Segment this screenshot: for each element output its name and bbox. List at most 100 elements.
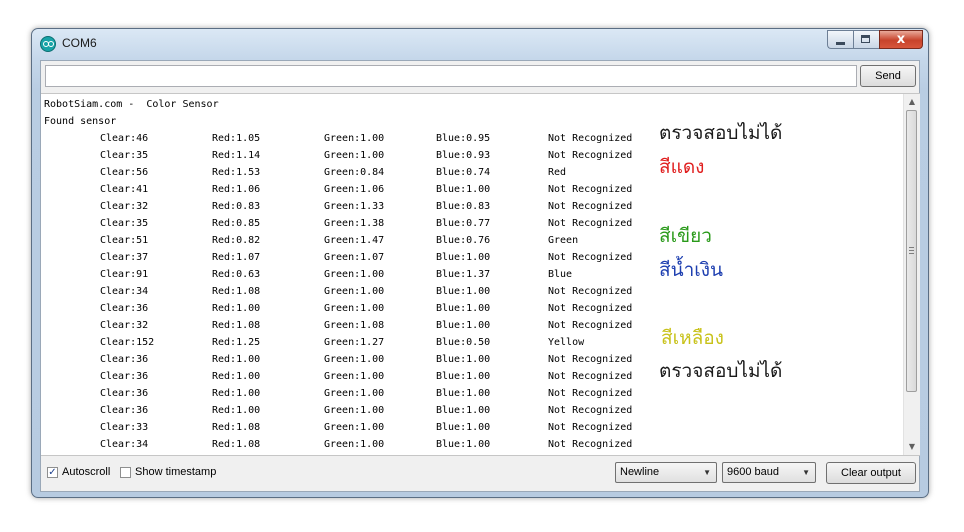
row-status-value: Blue [548, 269, 573, 280]
line-ending-select[interactable]: Newline ▼ [615, 462, 717, 483]
row-green-value: Green:1.00 [324, 422, 385, 433]
grip-line [909, 247, 914, 248]
row-red-value: Red:0.83 [212, 201, 261, 212]
maximize-button[interactable] [853, 30, 879, 49]
serial-output[interactable]: RobotSiam.com - Color Sensor Found senso… [41, 93, 920, 456]
row-red-value: Red:1.00 [212, 354, 261, 365]
row-blue-value: Blue:1.00 [436, 252, 491, 263]
autoscroll-checkbox[interactable]: ✓ [47, 467, 58, 478]
row-status-value: Not Recognized [548, 133, 633, 144]
scroll-up-icon[interactable]: ▲ [904, 94, 920, 110]
timestamp-checkbox[interactable] [120, 467, 131, 478]
annotation-label: สีแดง [659, 156, 705, 178]
row-red-value: Red:1.25 [212, 337, 261, 348]
monitor-content: Send RobotSiam.com - Color Sensor Found … [40, 60, 920, 492]
row-green-value: Green:1.06 [324, 184, 385, 195]
row-red-value: Red:1.08 [212, 453, 260, 455]
row-status-value: Not Recognized [548, 422, 633, 433]
row-green-value: Green:1.00 [324, 286, 385, 297]
output-row: Clear:36 Red:1.00 Green:1.00 Blue:1.00 Not R… [44, 402, 632, 419]
row-clear-value: Clear:36 [100, 405, 149, 416]
row-green-value: Green:1.00 [324, 439, 385, 450]
row-blue-value: Blue:1.37 [436, 269, 491, 280]
annotation-label: ตรวจสอบไม่ได้ [659, 360, 783, 382]
output-row: Clear:32 Red:1.08 Green:1.08 Blue:1.00 Not R… [44, 317, 632, 334]
output-row: Clear:36 Red:1.00 Green:1.00 Blue:1.00 Not R… [44, 385, 632, 402]
row-green-value: Green:1.00 [324, 133, 385, 144]
row-clear-value: Clear:32 [100, 320, 149, 331]
row-status-value: Not Recognized [548, 453, 632, 455]
row-red-value: Red:1.06 [212, 184, 261, 195]
row-blue-value: Blue:1.00 [436, 422, 491, 433]
row-blue-value: Blue:0.95 [436, 133, 491, 144]
window-controls: x [827, 30, 923, 50]
output-row: Clear:33 Red:1.08 Green:1.00 Blue:1.00 Not R… [44, 419, 632, 436]
timestamp-label[interactable]: Show timestamp [135, 466, 216, 478]
row-clear-value: Clear:51 [100, 235, 149, 246]
row-red-value: Red:1.00 [212, 371, 261, 382]
row-status-value: Not Recognized [548, 320, 633, 331]
row-red-value: Red:0.82 [212, 235, 261, 246]
output-row: Clear:37 Red:1.07 Green:1.07 Blue:1.00 Not R… [44, 249, 632, 266]
row-red-value: Red:1.00 [212, 405, 261, 416]
vertical-scrollbar[interactable]: ▲ ▼ [903, 94, 920, 455]
row-clear-value: Clear:34 [100, 439, 149, 450]
chevron-down-icon: ▼ [703, 468, 711, 477]
scroll-down-icon[interactable]: ▼ [904, 439, 920, 455]
annotation-label: สีเหลือง [661, 327, 724, 349]
row-red-value: Red:1.53 [212, 167, 261, 178]
row-clear-value: Clear:37 [100, 252, 149, 263]
input-row: Send [41, 61, 919, 95]
row-status-value: Not Recognized [548, 184, 633, 195]
output-row: Clear:35 Red:0.85 Green:1.38 Blue:0.77 Not R… [44, 215, 632, 232]
serial-input[interactable] [45, 65, 857, 87]
row-status-value: Not Recognized [548, 303, 633, 314]
output-row: Clear:46 Red:1.05 Green:1.00 Blue:0.95 Not R… [44, 130, 632, 147]
row-red-value: Red:1.07 [212, 252, 261, 263]
annotation-label: สีเขียว [659, 225, 712, 247]
row-blue-value: Blue:1.00 [436, 320, 491, 331]
clear-output-button[interactable]: Clear output [826, 462, 916, 484]
row-clear-value: Clear:33 [100, 422, 149, 433]
row-green-value: Green:1.27 [324, 337, 385, 348]
row-blue-value: Blue:1.00 [436, 303, 491, 314]
row-red-value: Red:1.08 [212, 422, 261, 433]
output-lines: RobotSiam.com - Color Sensor Found senso… [44, 96, 632, 455]
serial-monitor-window: COM6 x Send RobotSiam.com - Color Sensor… [31, 28, 929, 498]
row-blue-value: Blue:1.00 [436, 388, 491, 399]
row-green-value: Green:1.08 [324, 320, 385, 331]
send-button[interactable]: Send [860, 65, 916, 87]
row-clear-value: Clear:56 [100, 167, 149, 178]
row-green-value: Green:1.38 [324, 218, 385, 229]
row-clear-value: Clear:91 [100, 269, 149, 280]
row-blue-value: Blue:1.00 [436, 405, 491, 416]
row-green-value: Green:1.00 [324, 371, 385, 382]
row-red-value: Red:1.14 [212, 150, 261, 161]
row-blue-value: Blue:1.00 [436, 453, 490, 455]
row-status-value: Not Recognized [548, 388, 633, 399]
maximize-icon [861, 35, 870, 43]
chevron-down-icon: ▼ [802, 468, 810, 477]
line-ending-value: Newline [620, 466, 660, 478]
baud-rate-value: 9600 baud [727, 466, 779, 478]
row-clear-value: Clear:36 [100, 303, 149, 314]
row-green-value: Green:1.00 [324, 303, 385, 314]
output-row: Clear:41 Red:1.06 Green:1.06 Blue:1.00 Not R… [44, 181, 632, 198]
autoscroll-label[interactable]: Autoscroll [62, 466, 110, 478]
row-red-value: Red:0.85 [212, 218, 261, 229]
row-status-value: Not Recognized [548, 371, 633, 382]
row-green-value: Green:1.33 [324, 201, 385, 212]
row-status-value: Not Recognized [548, 201, 633, 212]
row-green-value: Green:1.07 [324, 252, 385, 263]
baud-rate-select[interactable]: 9600 baud ▼ [722, 462, 816, 483]
row-blue-value: Blue:1.00 [436, 371, 491, 382]
title-bar[interactable]: COM6 x [32, 29, 928, 59]
annotation-label: ตรวจสอบไม่ได้ [659, 122, 783, 144]
row-green-value: Green:1.00 [324, 405, 385, 416]
minimize-button[interactable] [827, 30, 853, 49]
row-status-value: Not Recognized [548, 405, 633, 416]
window-title: COM6 [62, 36, 97, 50]
row-red-value: Red:1.08 [212, 439, 261, 450]
scroll-thumb[interactable] [906, 110, 917, 392]
close-button[interactable]: x [879, 30, 923, 49]
